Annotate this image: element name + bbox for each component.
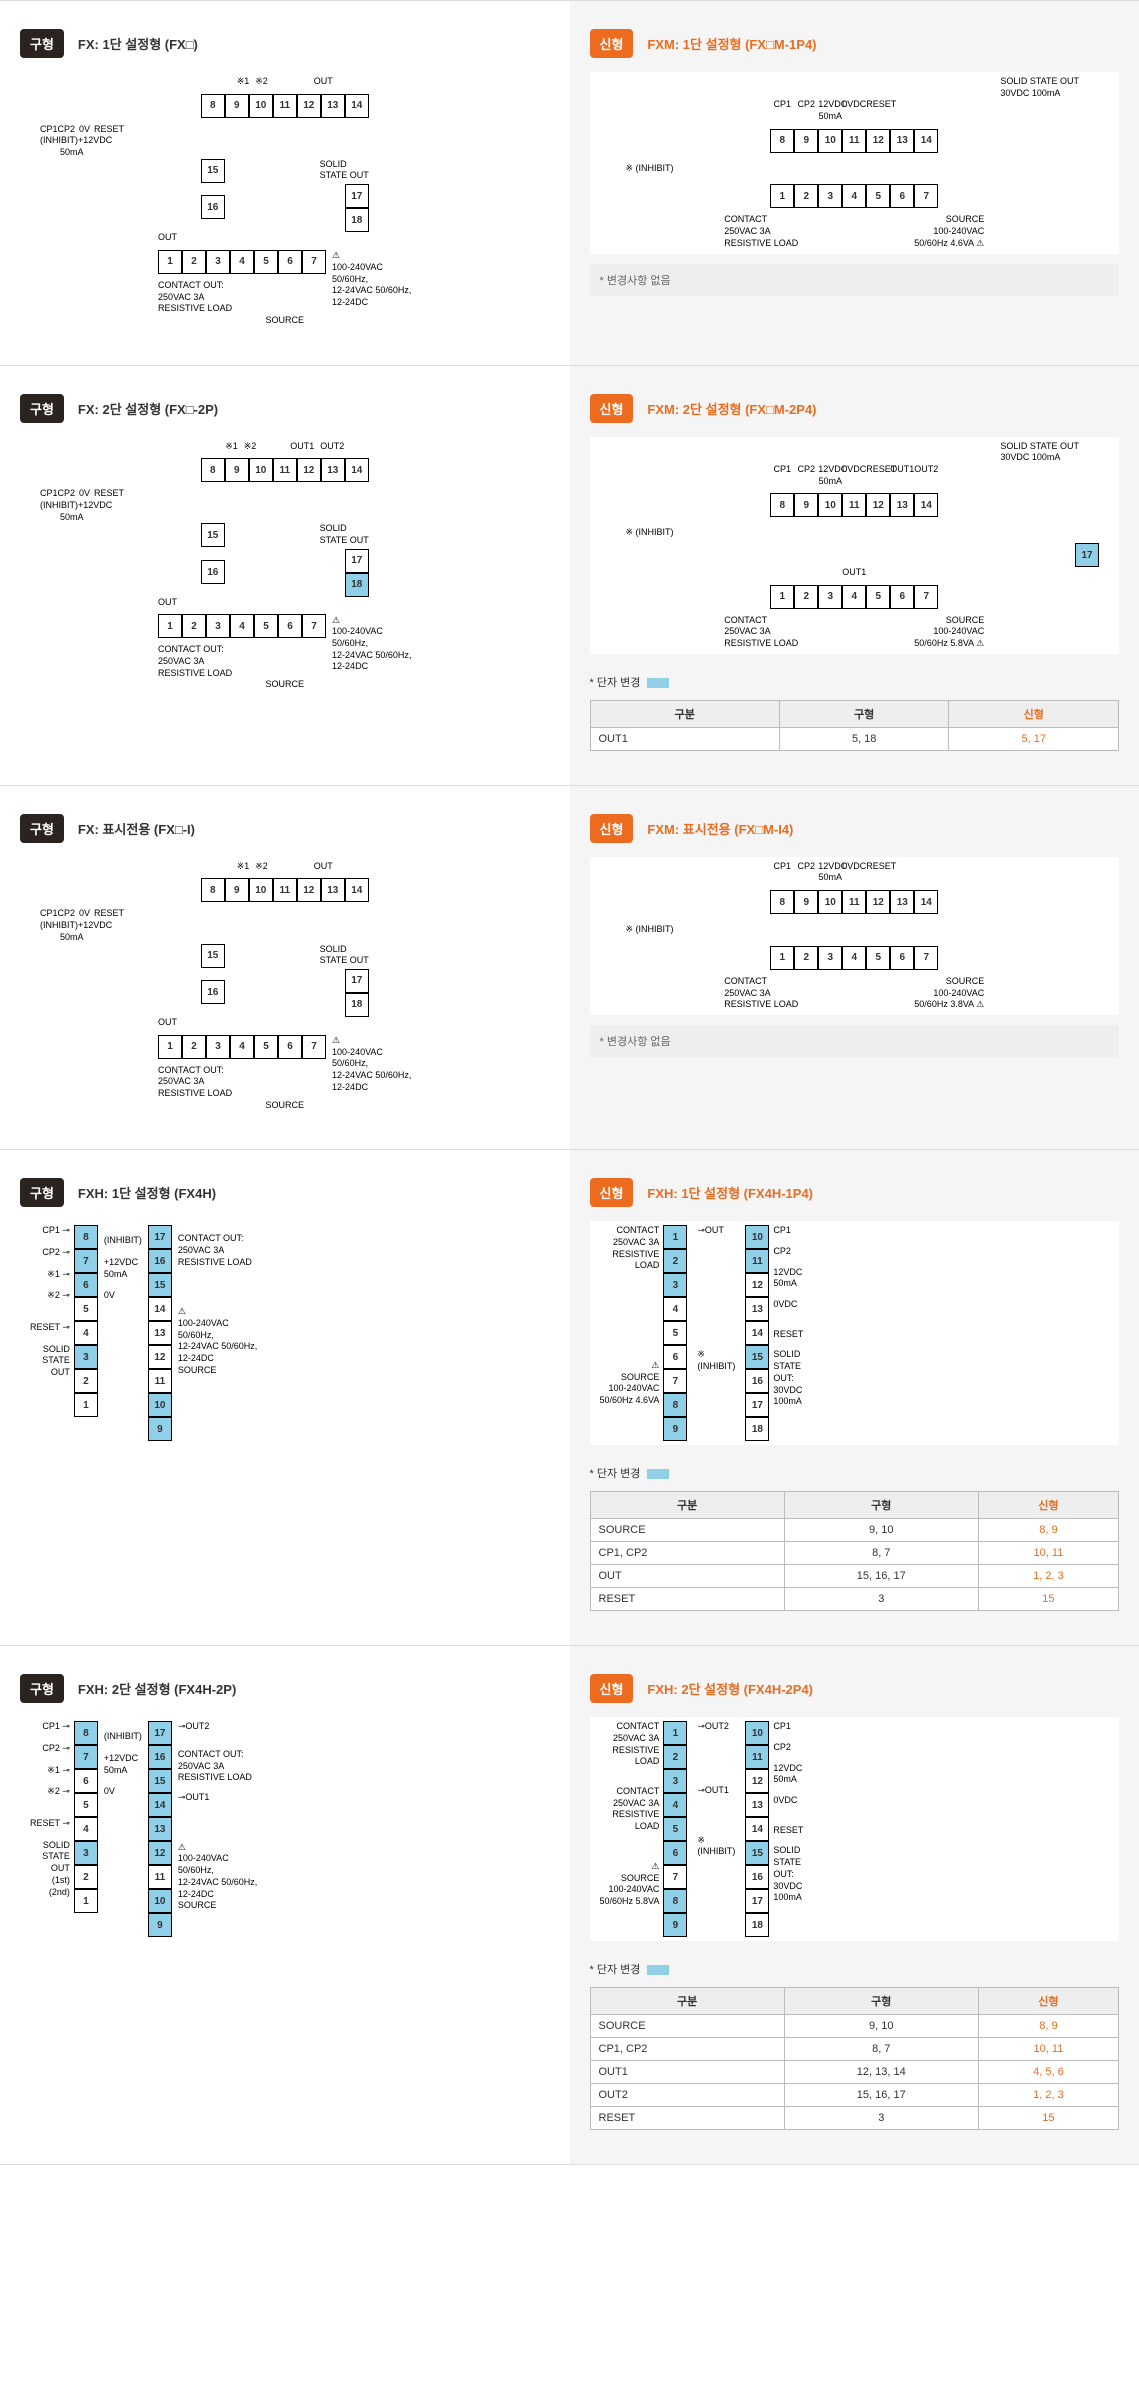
new-title: FXM: 2단 설정형 (FX□M-2P4) — [647, 399, 816, 418]
old-title: FXH: 2단 설정형 (FX4H-2P) — [78, 1679, 236, 1698]
diagram-new: CONTACT250VAC 3ARESISTIVELOAD CONTACT250… — [590, 1717, 1120, 1941]
tag-old: 구형 — [20, 814, 64, 843]
change-table: * 단자 변경 구분구형신형 SOURCE9, 108, 9CP1, CP28,… — [590, 1955, 1120, 2130]
tag-new: 신형 — [590, 394, 634, 423]
diagram-new: CP1CP212VDC50mA0VDCRESET 891011121314 ※ … — [590, 857, 1120, 1015]
diagram-new: SOLID STATE OUT30VDC 100mA CP1CP212VDC50… — [590, 72, 1120, 254]
tag-new: 신형 — [590, 1674, 634, 1703]
diagram-old: ※1※2OUT 891011121314 CP1CP20VRESET (INHI… — [20, 72, 550, 331]
note-nochange: * 변경사항 없음 — [590, 264, 1120, 296]
diagram-old: ※1※2OUT1OUT2 891011121314 CP1CP20VRESET … — [20, 437, 550, 696]
diagram-new: CONTACT250VAC 3ARESISTIVELOAD ⚠SOURCE100… — [590, 1221, 1120, 1445]
old-title: FX: 1단 설정형 (FX□) — [78, 34, 198, 53]
tag-old: 구형 — [20, 29, 64, 58]
note-nochange: * 변경사항 없음 — [590, 1025, 1120, 1057]
tag-new: 신형 — [590, 29, 634, 58]
diagram-old: ※1※2OUT 891011121314 CP1CP20VRESET (INHI… — [20, 857, 550, 1116]
old-title: FX: 2단 설정형 (FX□-2P) — [78, 399, 218, 418]
new-title: FXM: 1단 설정형 (FX□M-1P4) — [647, 34, 816, 53]
tag-old: 구형 — [20, 394, 64, 423]
diagram-old: CP1 ⊸CP2 ⊸※1 ⊸※2 ⊸ RESET ⊸SOLIDSTATEOUT(… — [20, 1717, 550, 1941]
change-table: * 단자 변경 구분구형신형 OUT15, 185, 17 — [590, 668, 1120, 751]
new-title: FXM: 표시전용 (FX□M-I4) — [647, 819, 793, 838]
new-title: FXH: 2단 설정형 (FX4H-2P4) — [647, 1679, 813, 1698]
tag-old: 구형 — [20, 1178, 64, 1207]
old-title: FXH: 1단 설정형 (FX4H) — [78, 1183, 216, 1202]
new-title: FXH: 1단 설정형 (FX4H-1P4) — [647, 1183, 813, 1202]
diagram-new: SOLID STATE OUT30VDC 100mA CP1CP212VDC50… — [590, 437, 1120, 654]
diagram-old: CP1 ⊸CP2 ⊸※1 ⊸※2 ⊸ RESET ⊸SOLIDSTATEOUT8… — [20, 1221, 550, 1445]
tag-new: 신형 — [590, 1178, 634, 1207]
tag-old: 구형 — [20, 1674, 64, 1703]
tag-new: 신형 — [590, 814, 634, 843]
change-table: * 단자 변경 구분구형신형 SOURCE9, 108, 9CP1, CP28,… — [590, 1459, 1120, 1611]
old-title: FX: 표시전용 (FX□-I) — [78, 819, 195, 838]
